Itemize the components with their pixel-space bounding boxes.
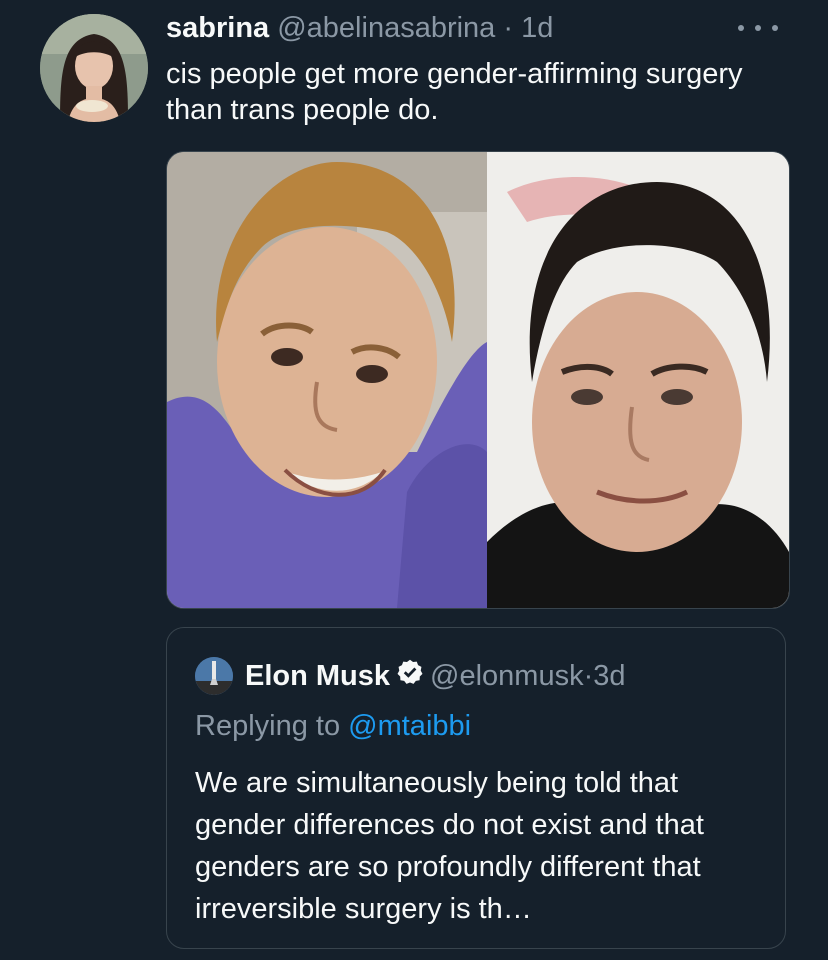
quoted-tweet[interactable]: Elon Musk @elonmusk · 3d Replying to @mt…: [166, 627, 786, 949]
tweet[interactable]: sabrina @abelinasabrina · 1d cis people …: [0, 0, 828, 960]
replying-to-line: Replying to @mtaibbi: [195, 710, 471, 743]
header-separator: ·: [503, 12, 514, 44]
tweet-timestamp[interactable]: 1d: [521, 12, 553, 44]
replying-to-prefix: Replying to: [195, 710, 341, 742]
author-name[interactable]: sabrina: [166, 12, 269, 44]
author-avatar[interactable]: [40, 14, 148, 122]
quoted-tweet-timestamp[interactable]: 3d: [593, 660, 625, 693]
more-horizontal-icon[interactable]: [738, 16, 778, 40]
quoted-header-separator: ·: [583, 659, 594, 692]
tweet-text: cis people get more gender-affirming sur…: [166, 58, 743, 126]
quoted-author-avatar[interactable]: [195, 657, 233, 695]
quoted-author-handle[interactable]: @elonmusk: [430, 660, 584, 693]
tweet-media[interactable]: [166, 151, 790, 609]
quoted-tweet-header: Elon Musk @elonmusk · 3d: [195, 656, 626, 696]
quoted-tweet-text: We are simultaneously being told that ge…: [195, 767, 704, 925]
author-handle[interactable]: @abelinasabrina: [277, 12, 495, 44]
quoted-author-name[interactable]: Elon Musk: [245, 660, 390, 693]
verified-badge-icon: [396, 658, 424, 694]
media-photo-left[interactable]: [167, 152, 487, 608]
media-photo-right[interactable]: [487, 152, 789, 608]
replying-to-mention[interactable]: @mtaibbi: [348, 710, 471, 742]
tweet-header: sabrina @abelinasabrina · 1d: [166, 10, 553, 46]
